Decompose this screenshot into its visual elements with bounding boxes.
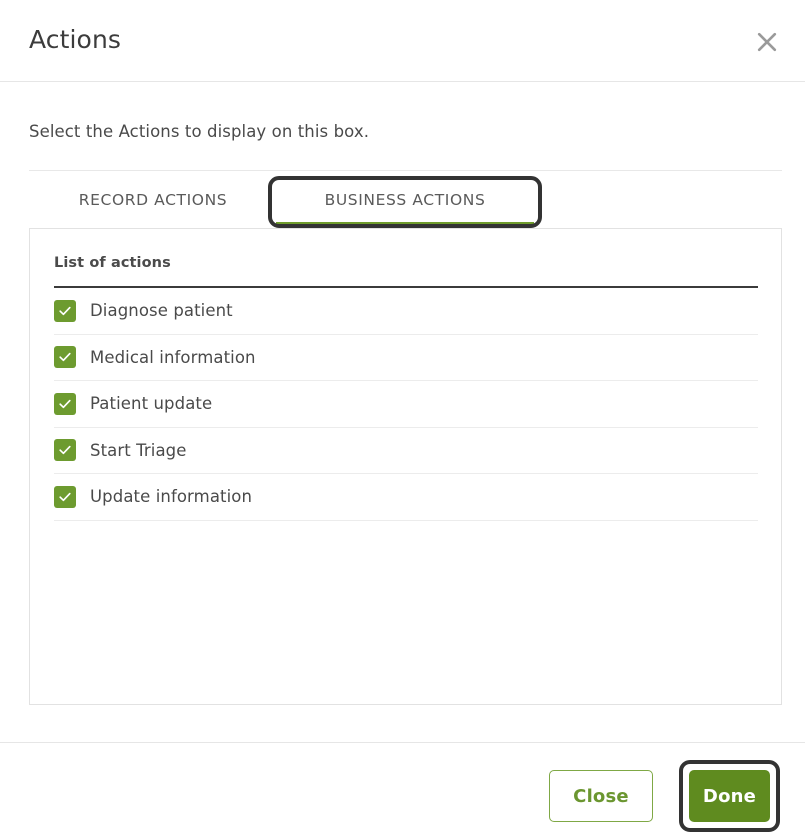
list-item[interactable]: Diagnose patient	[54, 288, 758, 335]
list-item[interactable]: Start Triage	[54, 428, 758, 474]
checkbox-checked[interactable]	[54, 299, 76, 322]
list-item[interactable]: Update information	[54, 474, 758, 521]
done-button[interactable]: Done	[689, 770, 770, 822]
close-icon	[756, 31, 778, 53]
actions-list-panel: List of actions Diagnose patient Medical…	[29, 228, 782, 705]
list-item-label: Diagnose patient	[90, 301, 233, 321]
tab-selected-underline	[276, 222, 534, 225]
check-icon	[58, 350, 72, 364]
check-icon	[58, 490, 72, 504]
actions-list: Diagnose patient Medical information Pat…	[54, 288, 758, 521]
close-button-label: Close	[573, 785, 629, 807]
check-icon	[58, 443, 72, 457]
list-item-label: Update information	[90, 487, 253, 507]
check-icon	[58, 397, 72, 411]
dialog-title: Actions	[29, 25, 122, 54]
list-item-label: Start Triage	[90, 440, 187, 460]
check-icon	[58, 304, 72, 318]
checkbox-checked[interactable]	[54, 439, 76, 462]
list-item-label: Medical information	[90, 347, 256, 367]
tab-record-actions-label: RECORD ACTIONS	[78, 190, 228, 209]
checkbox-checked[interactable]	[54, 485, 76, 508]
checkbox-checked[interactable]	[54, 392, 76, 415]
dialog-header: Actions	[0, 0, 805, 82]
instruction-text: Select the Actions to display on this bo…	[29, 122, 370, 141]
tab-list: RECORD ACTIONS BUSINESS ACTIONS	[0, 171, 805, 229]
tab-business-actions-label: BUSINESS ACTIONS	[324, 190, 486, 209]
tab-business-actions[interactable]: BUSINESS ACTIONS	[272, 171, 538, 228]
close-icon-button[interactable]	[749, 24, 785, 60]
list-item-label: Patient update	[90, 394, 213, 414]
list-item[interactable]: Medical information	[54, 335, 758, 381]
close-button[interactable]: Close	[549, 770, 653, 822]
done-button-label: Done	[702, 785, 757, 807]
actions-dialog: Actions Select the Actions to display on…	[0, 0, 805, 839]
list-header-label: List of actions	[54, 255, 171, 271]
checkbox-checked[interactable]	[54, 346, 76, 369]
dialog-footer: Close Done	[0, 743, 805, 839]
tab-record-actions[interactable]: RECORD ACTIONS	[40, 171, 266, 228]
list-item[interactable]: Patient update	[54, 381, 758, 428]
